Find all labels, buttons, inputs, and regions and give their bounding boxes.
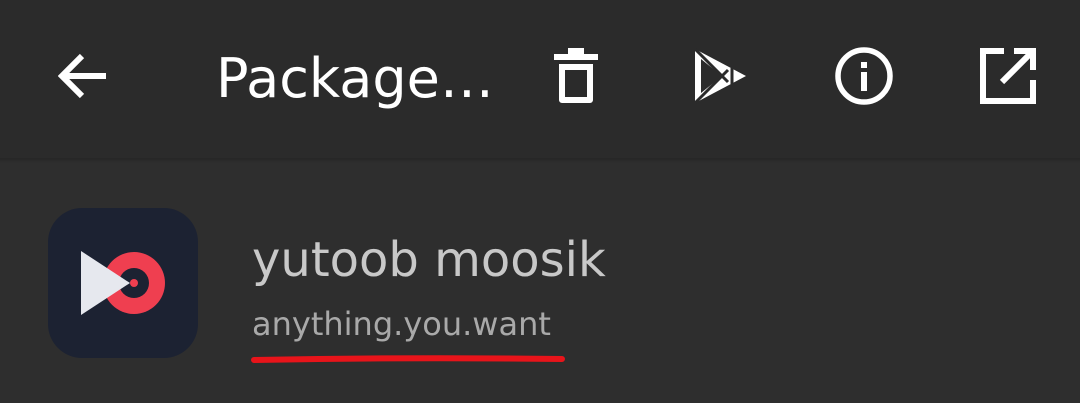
play-store-icon: [692, 46, 748, 106]
package-name: anything.you.want: [252, 305, 551, 343]
delete-button[interactable]: [536, 36, 616, 116]
app-name: yutoob moosik: [252, 232, 606, 288]
top-app-bar: Package…: [0, 0, 1080, 158]
red-underline-annotation: [250, 349, 566, 363]
arrow-back-icon: [58, 52, 110, 100]
app-logo-icon: [48, 208, 198, 358]
play-store-button[interactable]: [680, 36, 760, 116]
back-button[interactable]: [44, 36, 124, 116]
open-external-icon: [980, 48, 1036, 104]
open-app-button[interactable]: [968, 36, 1048, 116]
page-title: Package…: [216, 47, 494, 110]
info-button[interactable]: [824, 36, 904, 116]
info-icon: [834, 46, 894, 106]
delete-icon: [554, 48, 598, 104]
